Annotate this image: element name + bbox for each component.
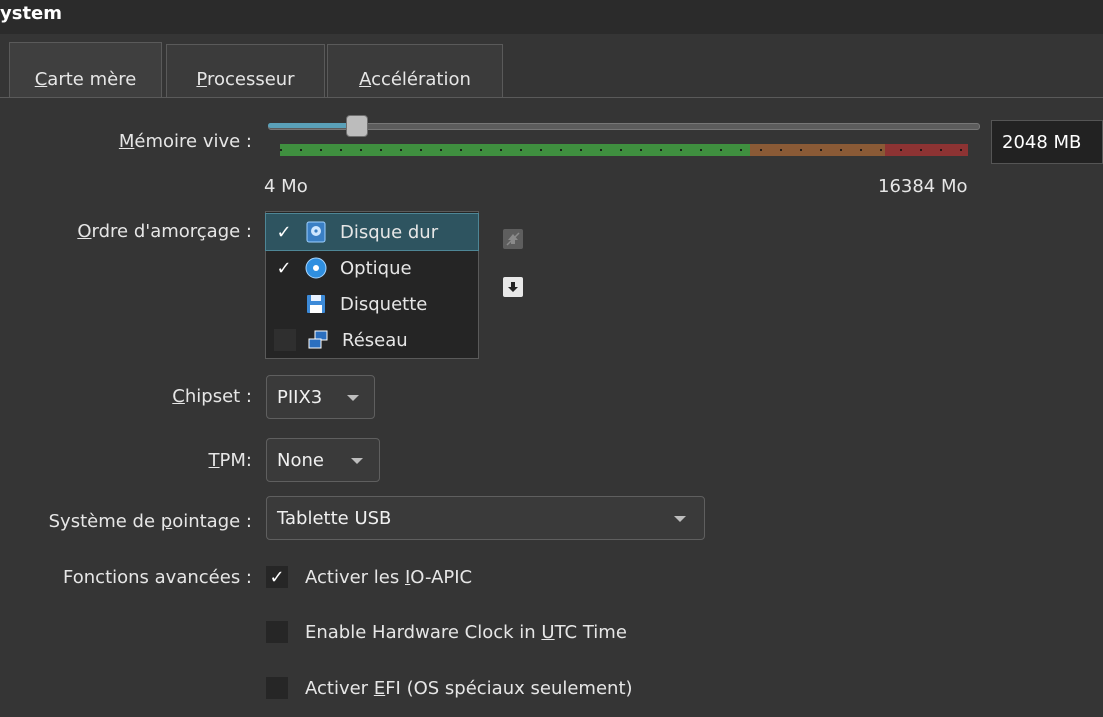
pointing-select[interactable]: Tablette USB bbox=[266, 496, 705, 540]
advanced-label: Fonctions avancées : bbox=[63, 567, 252, 588]
io-apic-label[interactable]: Activer les IO-APIC bbox=[305, 567, 472, 588]
memory-scale bbox=[280, 144, 968, 156]
tab-divider bbox=[0, 97, 1103, 98]
optical-disc-icon bbox=[304, 256, 328, 280]
boot-item-optique[interactable]: ✓ Optique bbox=[266, 250, 478, 286]
boot-order-label: Ordre d'amorçage : bbox=[77, 221, 252, 242]
utc-clock-label[interactable]: Enable Hardware Clock in UTC Time bbox=[305, 622, 627, 643]
boot-item-label: Disque dur bbox=[340, 221, 439, 243]
boot-item-checkbox[interactable]: ✓ bbox=[274, 258, 294, 279]
hard-disk-icon bbox=[304, 220, 328, 244]
boot-item-disquette[interactable]: Disquette bbox=[266, 286, 478, 322]
move-down-button[interactable] bbox=[503, 277, 523, 297]
tab-label: Accélération bbox=[359, 69, 471, 90]
boot-item-label: Disquette bbox=[340, 293, 428, 315]
pointing-value: Tablette USB bbox=[277, 507, 392, 529]
tpm-label: TPM: bbox=[208, 450, 252, 471]
efi-label[interactable]: Activer EFI (OS spéciaux seulement) bbox=[305, 678, 633, 699]
boot-order-list[interactable]: ✓ Disque dur ✓ Optique Disquette Réseau bbox=[265, 211, 479, 359]
chipset-value: PIIX3 bbox=[277, 386, 323, 408]
arrow-down-icon bbox=[508, 282, 518, 292]
move-up-button[interactable] bbox=[503, 229, 523, 249]
boot-item-label: Réseau bbox=[342, 329, 408, 351]
window-header: ystem bbox=[0, 0, 1103, 34]
tab-acceleration[interactable]: Accélération bbox=[327, 44, 503, 98]
tab-label: Carte mère bbox=[34, 69, 137, 90]
arrow-up-icon bbox=[506, 232, 520, 246]
tab-carte-mere[interactable]: Carte mère bbox=[9, 42, 162, 98]
memory-label: Mémoire vive : bbox=[118, 131, 252, 152]
chevron-down-icon bbox=[347, 395, 359, 401]
boot-item-label: Optique bbox=[340, 257, 412, 279]
memory-max-label: 16384 Mo bbox=[878, 176, 968, 197]
tpm-select[interactable]: None bbox=[266, 438, 380, 482]
memory-slider-track[interactable] bbox=[268, 123, 980, 130]
network-icon bbox=[306, 328, 330, 352]
page-title: ystem bbox=[0, 3, 63, 24]
boot-item-checkbox[interactable] bbox=[274, 294, 294, 314]
memory-slider-handle[interactable] bbox=[345, 115, 368, 137]
io-apic-checkbox[interactable]: ✓ bbox=[266, 566, 288, 588]
boot-item-checkbox[interactable] bbox=[274, 329, 296, 351]
utc-clock-checkbox[interactable] bbox=[266, 621, 288, 643]
memory-min-label: 4 Mo bbox=[264, 176, 308, 197]
tab-label: Processeur bbox=[196, 69, 295, 90]
chipset-select[interactable]: PIIX3 bbox=[266, 375, 375, 419]
chevron-down-icon bbox=[674, 516, 686, 522]
chipset-label: Chipset : bbox=[172, 386, 252, 407]
chevron-down-icon bbox=[351, 458, 363, 464]
floppy-disk-icon bbox=[304, 292, 328, 316]
tpm-value: None bbox=[277, 449, 324, 471]
boot-item-checkbox[interactable]: ✓ bbox=[274, 222, 294, 243]
boot-item-reseau[interactable]: Réseau bbox=[266, 322, 478, 358]
memory-slider-fill bbox=[268, 123, 357, 128]
efi-checkbox[interactable] bbox=[266, 677, 288, 699]
tab-processeur[interactable]: Processeur bbox=[166, 44, 325, 98]
pointing-label: Système de pointage : bbox=[48, 511, 252, 532]
boot-item-disque-dur[interactable]: ✓ Disque dur bbox=[265, 213, 479, 251]
memory-value-field[interactable]: 2048 MB bbox=[991, 120, 1103, 164]
